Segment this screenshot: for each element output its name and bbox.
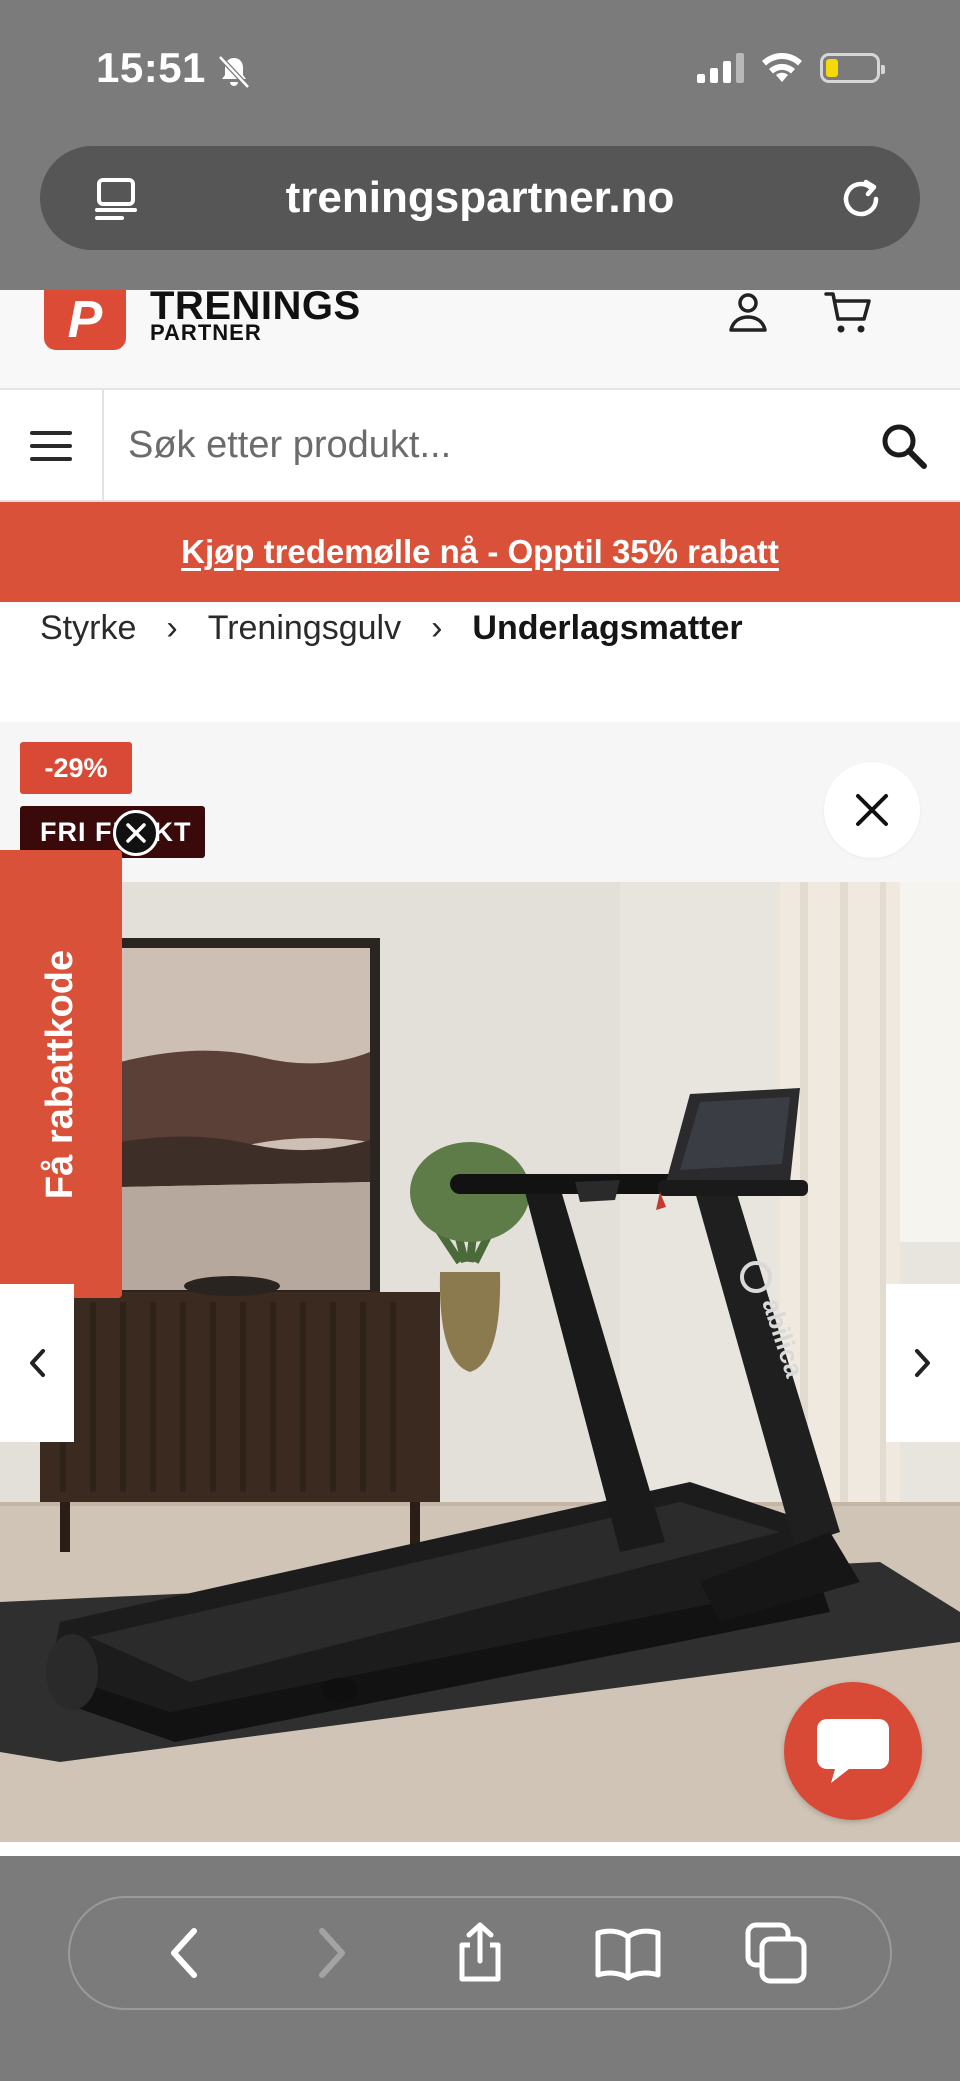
forward-button[interactable] bbox=[297, 1918, 367, 1988]
close-icon bbox=[856, 794, 888, 826]
back-button[interactable] bbox=[149, 1918, 219, 1988]
hamburger-icon bbox=[30, 431, 72, 461]
chat-button[interactable] bbox=[784, 1682, 922, 1820]
breadcrumb-item-styrke[interactable]: Styrke bbox=[40, 609, 136, 648]
browser-top-chrome: 15:51 treningspartner.no bbox=[0, 0, 960, 290]
status-time: 15:51 bbox=[96, 44, 206, 91]
dismiss-overlay-button[interactable] bbox=[113, 810, 159, 856]
chevron-right-icon bbox=[915, 1349, 930, 1377]
search-icon[interactable] bbox=[878, 420, 930, 472]
forward-arrow-icon bbox=[319, 1928, 345, 1978]
chevron-left-icon bbox=[30, 1349, 45, 1377]
promo-link[interactable]: Kjøp tredemølle nå - Opptil 35% rabatt bbox=[181, 533, 779, 571]
product-gallery: -29% FRI FRAKT bbox=[0, 722, 960, 1842]
share-icon bbox=[459, 1922, 501, 1982]
breadcrumb-separator: › bbox=[431, 608, 443, 647]
breadcrumb: Styrke › Treningsgulv › Underlagsmatter bbox=[40, 604, 743, 652]
breadcrumb-separator: › bbox=[166, 608, 178, 647]
logo-mark[interactable]: P bbox=[44, 290, 126, 350]
breadcrumb-item-treningsgulv[interactable]: Treningsgulv bbox=[208, 609, 401, 648]
discount-badge: -29% bbox=[20, 742, 132, 794]
browser-bottom-chrome bbox=[0, 1856, 960, 2081]
gallery-prev-button[interactable] bbox=[0, 1284, 74, 1442]
cart-icon[interactable] bbox=[822, 286, 874, 338]
reload-icon[interactable] bbox=[836, 174, 886, 224]
bell-off-icon bbox=[218, 55, 250, 89]
discount-code-label: Få rabattkode bbox=[39, 949, 82, 1199]
discount-code-tab[interactable]: Få rabattkode bbox=[0, 850, 122, 1298]
status-indicators bbox=[697, 52, 885, 84]
cellular-signal-icon bbox=[697, 53, 744, 83]
battery-icon bbox=[820, 53, 885, 83]
account-icon[interactable] bbox=[722, 288, 774, 340]
address-bar[interactable]: treningspartner.no bbox=[40, 146, 920, 250]
reader-mode-icon[interactable] bbox=[92, 174, 142, 224]
book-icon bbox=[595, 1928, 661, 1981]
gallery-next-button[interactable] bbox=[886, 1284, 960, 1442]
tabs-icon bbox=[745, 1922, 807, 1984]
breadcrumb-item-current: Underlagsmatter bbox=[472, 608, 743, 647]
share-button[interactable] bbox=[445, 1918, 515, 1988]
search-input[interactable] bbox=[104, 390, 874, 500]
promo-banner: Kjøp tredemølle nå - Opptil 35% rabatt bbox=[0, 502, 960, 602]
wifi-icon bbox=[762, 53, 802, 82]
search-row bbox=[0, 390, 960, 502]
url-text[interactable]: treningspartner.no bbox=[286, 173, 675, 223]
chat-bubble-icon bbox=[817, 1719, 889, 1783]
menu-button[interactable] bbox=[0, 390, 104, 502]
close-gallery-button[interactable] bbox=[824, 762, 920, 858]
tabs-button[interactable] bbox=[741, 1918, 811, 1988]
close-icon bbox=[126, 823, 146, 843]
browser-toolbar bbox=[68, 1896, 892, 2010]
bookmarks-button[interactable] bbox=[593, 1918, 663, 1988]
back-arrow-icon bbox=[171, 1928, 197, 1978]
site-header: P TRENINGS PARTNER bbox=[0, 284, 960, 390]
logo-subtitle[interactable]: PARTNER bbox=[150, 320, 262, 346]
